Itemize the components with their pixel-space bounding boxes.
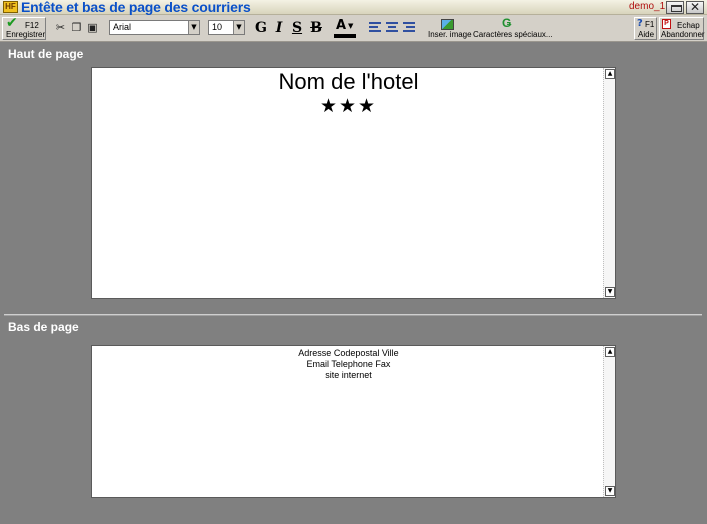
user-label: demo_1	[629, 1, 666, 12]
save-button[interactable]: ✔ F12 Enregistrer	[2, 15, 46, 40]
align-right-icon[interactable]	[402, 21, 416, 36]
address-text[interactable]: Adresse Codepostal Ville	[92, 348, 605, 358]
title-bar: HF Entête et bas de page des courriers d…	[0, 0, 707, 15]
save-shortcut: F12	[25, 21, 39, 30]
insert-image-button[interactable]: Inser. image	[427, 18, 472, 39]
special-characters-button[interactable]: Ǥ Caractères spéciaux...	[471, 16, 553, 39]
header-section-title: Haut de page	[8, 47, 84, 61]
font-color-button[interactable]: A ▼	[331, 18, 359, 38]
copy-icon[interactable]: ❐	[70, 20, 83, 36]
help-label: Aide	[638, 30, 655, 39]
hotel-stars-text[interactable]: ★★★	[92, 95, 605, 117]
footer-scrollbar[interactable]: ▲ ▼	[603, 346, 615, 497]
hotel-name-text[interactable]: Nom de l'hotel	[92, 69, 605, 95]
font-size-select[interactable]: 10 ▼	[208, 20, 245, 35]
chevron-down-icon[interactable]: ▼	[188, 21, 199, 34]
cancel-label: Abandonner	[661, 30, 705, 39]
strikethrough-button[interactable]: B	[307, 19, 325, 38]
align-left-icon[interactable]	[368, 21, 382, 36]
toolbar: ✔ F12 Enregistrer ✂ ❐ ▣ Arial ▼ 10 ▼ G I…	[0, 15, 707, 42]
font-family-value: Arial	[113, 22, 132, 32]
footer-section-title: Bas de page	[8, 320, 79, 334]
help-button[interactable]: ? F1 Aide	[634, 17, 657, 40]
font-color-swatch	[334, 34, 356, 38]
section-divider	[4, 314, 702, 316]
save-label: Enregistrer	[6, 30, 46, 39]
align-center-icon[interactable]	[385, 21, 399, 36]
paste-icon[interactable]: ▣	[86, 20, 99, 36]
cancel-shortcut: Echap	[677, 21, 700, 30]
insert-image-label: Inser. image	[428, 30, 472, 39]
app-icon: HF	[3, 1, 18, 13]
chevron-down-icon: ▼	[348, 22, 354, 30]
cancel-button[interactable]: P Echap Abandonner	[659, 17, 705, 40]
window-title: Entête et bas de page des courriers	[21, 0, 251, 15]
scroll-down-icon[interactable]: ▼	[605, 486, 615, 496]
minimize-button[interactable]	[666, 1, 684, 14]
check-icon: ✔	[6, 15, 18, 31]
help-icon: ?	[637, 18, 643, 29]
underline-button[interactable]: S	[288, 19, 306, 38]
bold-button[interactable]: G	[252, 19, 270, 38]
website-text[interactable]: site internet	[92, 370, 605, 380]
chevron-down-icon[interactable]: ▼	[233, 21, 244, 34]
scroll-up-icon[interactable]: ▲	[605, 69, 615, 79]
special-characters-icon: Ǥ	[502, 16, 512, 30]
image-icon	[441, 19, 454, 30]
italic-button[interactable]: I	[270, 19, 288, 38]
scroll-up-icon[interactable]: ▲	[605, 347, 615, 357]
cut-icon[interactable]: ✂	[54, 20, 67, 36]
font-size-value: 10	[212, 22, 223, 32]
special-characters-label: Caractères spéciaux...	[473, 30, 553, 39]
help-shortcut: F1	[645, 20, 655, 29]
contact-text[interactable]: Email Telephone Fax	[92, 359, 605, 369]
font-color-label: A	[336, 18, 347, 33]
header-scrollbar[interactable]: ▲ ▼	[603, 68, 615, 298]
cancel-icon: P	[662, 19, 671, 29]
scroll-down-icon[interactable]: ▼	[605, 287, 615, 297]
close-button[interactable]: ✕	[686, 1, 704, 14]
font-family-select[interactable]: Arial ▼	[109, 20, 200, 35]
header-editor[interactable]: Nom de l'hotel ★★★ ▲ ▼	[91, 67, 616, 299]
footer-editor[interactable]: Adresse Codepostal Ville Email Telephone…	[91, 345, 616, 498]
